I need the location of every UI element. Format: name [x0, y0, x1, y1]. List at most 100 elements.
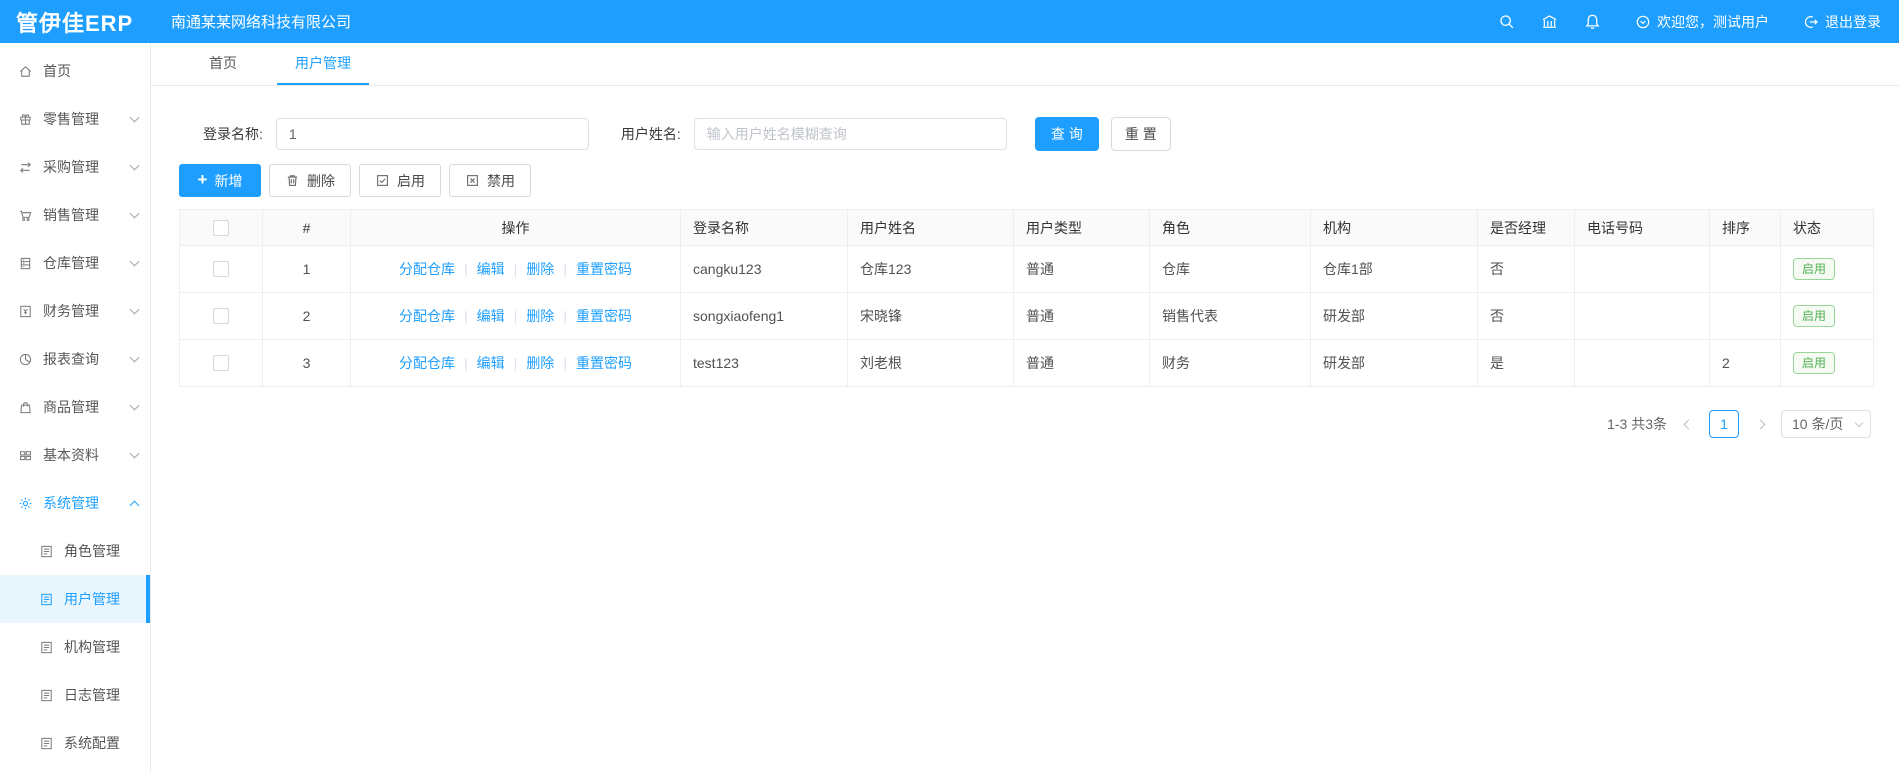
logout-text: 退出登录: [1825, 13, 1881, 30]
pagination: 1-3 共3条 1 10 条/页: [179, 410, 1871, 438]
sidebar-item-retail[interactable]: 零售管理: [0, 95, 150, 143]
tab-user-mgmt[interactable]: 用户管理: [277, 43, 369, 85]
bell-icon[interactable]: [1584, 13, 1601, 30]
login-name-input[interactable]: [275, 118, 589, 150]
select-all-checkbox[interactable]: [213, 219, 229, 236]
sidebar-item-label: 仓库管理: [43, 255, 99, 271]
sidebar-item-label: 零售管理: [43, 111, 99, 127]
reset-password-link[interactable]: 重置密码: [554, 261, 632, 277]
sidebar-item-log-mgmt[interactable]: 日志管理: [0, 671, 150, 719]
edit-link[interactable]: 编辑: [455, 355, 505, 371]
cell-type: 普通: [1013, 245, 1150, 293]
cell-org: 仓库1部: [1310, 245, 1478, 293]
trash-icon: [287, 175, 298, 187]
page-number-button[interactable]: 1: [1709, 410, 1739, 438]
reset-password-link[interactable]: 重置密码: [554, 308, 632, 324]
page-size-select[interactable]: 10 条/页: [1781, 410, 1871, 438]
assign-warehouse-link[interactable]: 分配仓库: [399, 308, 455, 324]
reset-button[interactable]: 重 置: [1110, 117, 1171, 151]
cell-sort: [1709, 292, 1781, 340]
bank-icon[interactable]: [1541, 13, 1558, 30]
plus-icon: +: [197, 170, 208, 189]
status-badge[interactable]: 启用: [1793, 304, 1836, 328]
status-badge[interactable]: 启用: [1793, 257, 1836, 281]
delete-button[interactable]: 删除: [269, 164, 351, 197]
col-phone: 电话号码: [1574, 209, 1710, 246]
sidebar-item-label: 采购管理: [43, 159, 99, 175]
delete-link[interactable]: 删除: [505, 355, 554, 371]
disable-button[interactable]: 禁用: [449, 164, 531, 197]
add-button[interactable]: + 新增: [179, 164, 261, 197]
welcome-text: 欢迎您，测试用户: [1657, 13, 1769, 30]
sidebar-item-warehouse[interactable]: 仓库管理: [0, 239, 150, 287]
user-name-label: 用户姓名:: [620, 126, 681, 142]
content-area: 登录名称: 用户姓名: 查 询 重 置 + 新增 删除: [151, 86, 1899, 773]
sidebar-item-label: 日志管理: [64, 687, 120, 703]
sidebar: 首页 零售管理 采购管理 销售管理 仓库管理 财务管理 报表查询 商品管理 基本…: [0, 43, 151, 773]
user-name-input[interactable]: [693, 118, 1007, 150]
prev-page-button[interactable]: [1677, 413, 1699, 435]
col-manager: 是否经理: [1477, 209, 1575, 246]
row-operations: 分配仓库编辑删除重置密码: [350, 292, 681, 340]
sidebar-item-label: 基本资料: [43, 447, 99, 463]
header-actions: 欢迎您，测试用户 退出登录: [1498, 12, 1899, 32]
enable-button[interactable]: 启用: [359, 164, 441, 197]
next-page-button[interactable]: [1749, 413, 1771, 435]
delete-link[interactable]: 删除: [505, 308, 554, 324]
cell-name: 刘老根: [847, 339, 1014, 387]
logout-button[interactable]: 退出登录: [1803, 12, 1881, 32]
cell-phone: [1574, 292, 1710, 340]
sidebar-item-system-config[interactable]: 系统配置: [0, 719, 150, 767]
report-pie-icon: [17, 351, 33, 367]
basic-grid-icon: [17, 447, 33, 463]
tab-home[interactable]: 首页: [191, 43, 255, 85]
sidebar-item-role-mgmt[interactable]: 角色管理: [0, 527, 150, 575]
sidebar-item-label: 系统管理: [43, 495, 99, 511]
col-name: 用户姓名: [847, 209, 1014, 246]
document-icon: [38, 591, 54, 607]
sidebar-item-finance[interactable]: 财务管理: [0, 287, 150, 335]
sidebar-item-reports[interactable]: 报表查询: [0, 335, 150, 383]
sidebar-item-home[interactable]: 首页: [0, 47, 150, 95]
cell-role: 仓库: [1149, 245, 1311, 293]
sidebar-item-user-mgmt[interactable]: 用户管理: [0, 575, 150, 623]
row-checkbox[interactable]: [213, 261, 229, 277]
row-checkbox[interactable]: [213, 308, 229, 324]
chevron-down-icon: [129, 400, 140, 411]
col-type: 用户类型: [1013, 209, 1150, 246]
cell-phone: [1574, 339, 1710, 387]
delete-link[interactable]: 删除: [505, 261, 554, 277]
sidebar-item-purchase[interactable]: 采购管理: [0, 143, 150, 191]
sidebar-item-basic-data[interactable]: 基本资料: [0, 431, 150, 479]
user-menu[interactable]: 欢迎您，测试用户: [1635, 12, 1769, 32]
disable-label: 禁用: [487, 172, 515, 189]
row-operations: 分配仓库编辑删除重置密码: [350, 339, 681, 387]
sidebar-item-label: 报表查询: [43, 351, 99, 367]
top-header: 管伊佳ERP 南通某某网络科技有限公司 欢迎您，测试用户 退出登录: [0, 0, 1899, 43]
table-row: 1 分配仓库编辑删除重置密码 cangku123 仓库123 普通 仓库 仓库1…: [179, 245, 1874, 293]
cell-org: 研发部: [1310, 292, 1478, 340]
sidebar-item-org-mgmt[interactable]: 机构管理: [0, 623, 150, 671]
assign-warehouse-link[interactable]: 分配仓库: [399, 355, 455, 371]
row-checkbox[interactable]: [213, 355, 229, 371]
status-badge[interactable]: 启用: [1793, 351, 1836, 375]
sidebar-item-goods[interactable]: 商品管理: [0, 383, 150, 431]
sidebar-item-sales[interactable]: 销售管理: [0, 191, 150, 239]
assign-warehouse-link[interactable]: 分配仓库: [399, 261, 455, 277]
search-button[interactable]: 查 询: [1034, 117, 1099, 151]
reset-password-link[interactable]: 重置密码: [554, 355, 632, 371]
sidebar-item-system[interactable]: 系统管理: [0, 479, 150, 527]
retail-icon: [17, 111, 33, 127]
gear-icon: [17, 495, 33, 511]
chevron-down-icon: [129, 160, 140, 171]
chevron-up-icon: [129, 500, 140, 510]
warehouse-icon: [17, 255, 33, 271]
document-icon: [38, 735, 54, 751]
edit-link[interactable]: 编辑: [455, 308, 505, 324]
cell-manager: 是: [1477, 339, 1575, 387]
edit-link[interactable]: 编辑: [455, 261, 505, 277]
sidebar-item-label: 财务管理: [43, 303, 99, 319]
pagination-total: 1-3 共3条: [1607, 416, 1667, 432]
sidebar-item-label: 机构管理: [64, 639, 120, 655]
search-icon[interactable]: [1498, 13, 1515, 30]
